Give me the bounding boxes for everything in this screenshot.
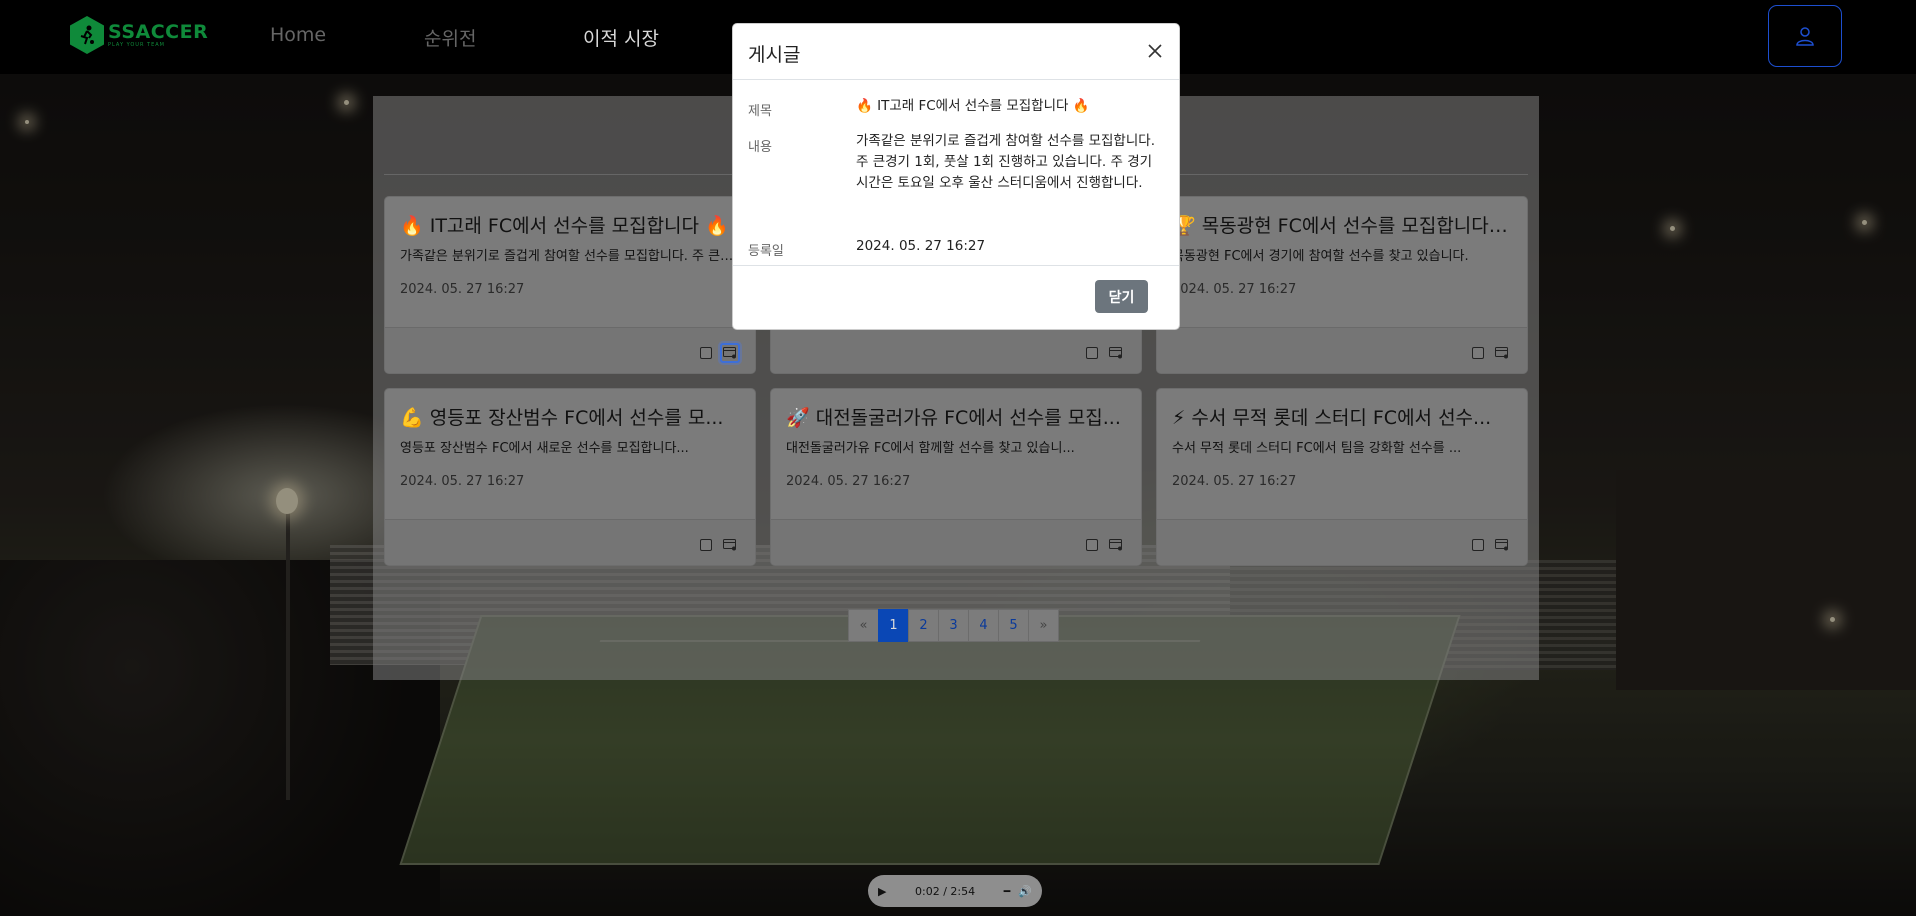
soccer-player-icon [70,16,104,54]
user-icon [1796,27,1814,46]
post-card[interactable]: 🏆 목동광현 FC에서 선수를 모집합니다 ... 목동광현 FC에서 경기에 … [1156,196,1528,374]
post-title: 💪 영등포 장산범수 FC에서 선수를 모... [400,407,724,429]
brand-name: SSACCER [108,21,209,43]
select-checkbox[interactable] [1472,539,1484,551]
content-label: 내용 [748,140,772,155]
card-detail-icon [1109,347,1122,359]
view-post-button[interactable] [720,535,740,555]
card-detail-icon [1109,539,1122,551]
pagination-next[interactable]: » [1028,609,1059,642]
post-date: 2024. 05. 27 16:27 [1172,282,1297,297]
post-date: 2024. 05. 27 16:27 [1172,474,1297,489]
audio-player: ▶ 0:02 / 2:54 ━ 🔊 [868,875,1042,907]
select-checkbox[interactable] [700,539,712,551]
brand-tagline: PLAY YOUR TEAM [108,42,165,48]
card-detail-icon [723,539,736,551]
card-detail-icon [1495,347,1508,359]
post-description: 수서 무적 롯데 스터디 FC에서 팀을 강화할 선수를 ... [1172,441,1462,456]
view-post-button[interactable] [1106,535,1126,555]
select-checkbox[interactable] [1472,347,1484,359]
post-date: 2024. 05. 27 16:27 [400,282,525,297]
pagination-prev[interactable]: « [848,609,879,642]
nav-home[interactable]: Home [270,24,326,46]
date-label: 등록일 [748,244,784,259]
post-card[interactable]: 💪 영등포 장산범수 FC에서 선수를 모... 영등포 장산범수 FC에서 새… [384,388,756,566]
card-detail-icon [1495,539,1508,551]
title-label: 제목 [748,104,772,119]
brand-logo[interactable]: SSACCER PLAY YOUR TEAM [70,16,208,54]
modal-body: 제목 🔥 IT고래 FC에서 선수를 모집합니다 🔥 내용 가족같은 분위기로 … [733,80,1179,266]
view-post-button[interactable] [1492,535,1512,555]
volume-icon[interactable]: 🔊 [1018,885,1032,898]
seek-slider[interactable]: ━ [1004,885,1011,898]
post-card[interactable]: 🔥 IT고래 FC에서 선수를 모집합니다 🔥 가족같은 분위기로 즐겁게 참여… [384,196,756,374]
close-button[interactable]: 닫기 [1095,280,1148,313]
card-detail-icon [723,347,736,359]
post-title: ⚡ 수서 무적 롯데 스터디 FC에서 선수... [1172,407,1492,429]
post-description: 가족같은 분위기로 즐겁게 참여할 선수를 모집합니다. 주 큰경기 1회, 풋… [400,249,745,264]
page-4[interactable]: 4 [968,609,999,642]
nav-transfer-market[interactable]: 이적 시장 [583,24,659,51]
card-footer [771,519,1141,565]
post-detail-modal: 게시글 제목 🔥 IT고래 FC에서 선수를 모집합니다 🔥 내용 가족같은 분… [732,23,1180,330]
card-footer [1157,327,1527,373]
pagination: « 1 2 3 4 5 » [848,609,1059,642]
modal-footer: 닫기 [733,266,1179,329]
post-card[interactable]: ⚡ 수서 무적 롯데 스터디 FC에서 선수... 수서 무적 롯데 스터디 F… [1156,388,1528,566]
card-footer [385,327,755,373]
post-title: 🏆 목동광현 FC에서 선수를 모집합니다 ... [1172,215,1512,237]
view-post-button[interactable] [1492,343,1512,363]
post-description: 영등포 장산범수 FC에서 새로운 선수를 모집합니다... [400,441,689,456]
title-value: 🔥 IT고래 FC에서 선수를 모집합니다 🔥 [856,98,1090,114]
select-checkbox[interactable] [1086,347,1098,359]
post-date: 2024. 05. 27 16:27 [400,474,525,489]
page-5[interactable]: 5 [998,609,1029,642]
date-value: 2024. 05. 27 16:27 [856,238,986,254]
post-title: 🔥 IT고래 FC에서 선수를 모집합니다 🔥 [400,215,729,237]
post-date: 2024. 05. 27 16:27 [786,474,911,489]
post-description: 대전돌굴러가유 FC에서 함께할 선수를 찾고 있습니... [786,441,1075,456]
user-button[interactable] [1768,5,1842,67]
post-description: 목동광현 FC에서 경기에 참여할 선수를 찾고 있습니다. [1172,249,1469,264]
card-footer [385,519,755,565]
select-checkbox[interactable] [1086,539,1098,551]
nav-ranking[interactable]: 순위전 [424,24,476,51]
view-post-button[interactable] [720,343,740,363]
post-card[interactable]: 🚀 대전돌굴러가유 FC에서 선수를 모집... 대전돌굴러가유 FC에서 함께… [770,388,1142,566]
post-title: 🚀 대전돌굴러가유 FC에서 선수를 모집... [786,407,1121,429]
page-1[interactable]: 1 [878,609,909,642]
audio-time: 0:02 / 2:54 [915,884,976,898]
play-icon[interactable]: ▶ [878,885,886,898]
modal-title: 게시글 [748,44,801,66]
view-post-button[interactable] [1106,343,1126,363]
page-2[interactable]: 2 [908,609,939,642]
modal-header: 게시글 [733,24,1179,80]
page-3[interactable]: 3 [938,609,969,642]
select-checkbox[interactable] [700,347,712,359]
card-footer [771,327,1141,373]
content-value: 가족같은 분위기로 즐겁게 참여할 선수를 모집합니다. 주 큰경기 1회, 풋… [856,133,1155,191]
close-icon[interactable] [1143,39,1167,63]
card-footer [1157,519,1527,565]
